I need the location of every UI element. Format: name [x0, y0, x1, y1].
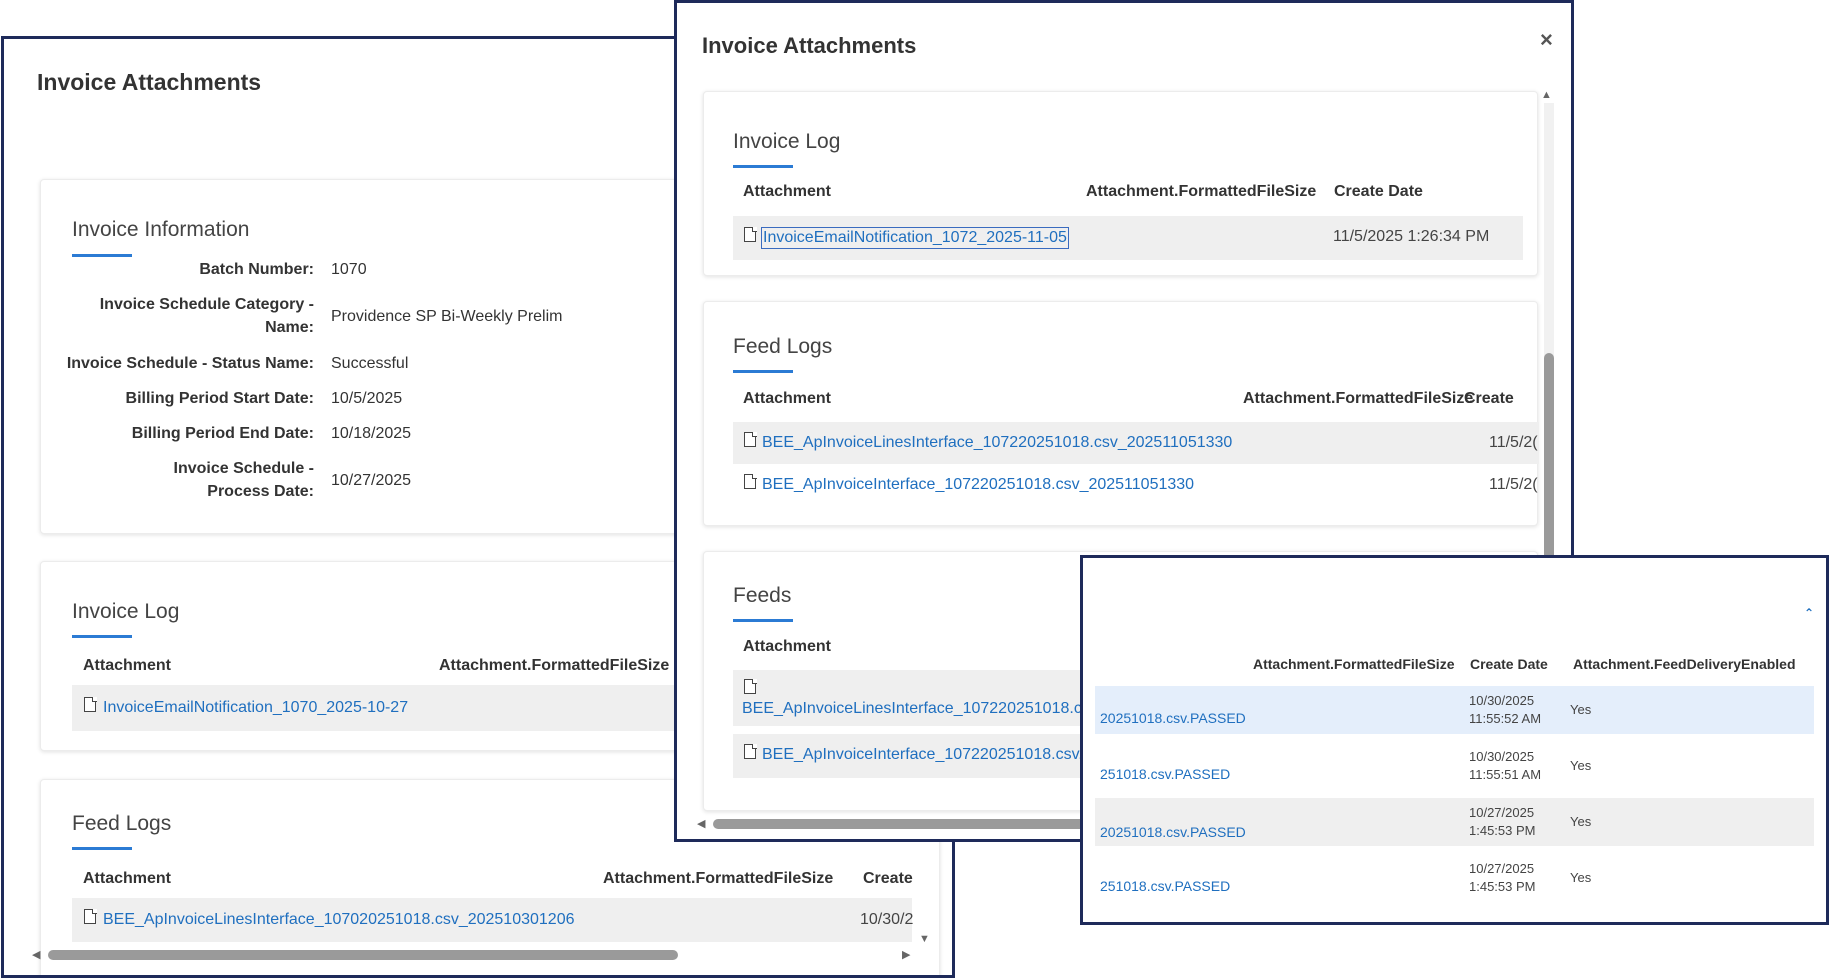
scroll-right-arrow[interactable]: ▶	[902, 948, 910, 961]
file-icon	[744, 431, 757, 447]
create-time-cell: 1:45:53 PM	[1469, 823, 1536, 838]
collapse-up-icon[interactable]: ⌃	[1804, 606, 1814, 620]
batch-number-label: Batch Number:	[199, 261, 314, 278]
attachment-link[interactable]: BEE_ApInvoiceLinesInterface_107020251018…	[103, 911, 575, 929]
status-name-label: Invoice Schedule - Status Name:	[66, 355, 314, 372]
feed-logs-title: Feed Logs	[72, 812, 172, 835]
create-time-cell: 11:55:52 AM	[1469, 711, 1542, 726]
feed-delivery-enabled-header: Attachment.FeedDeliveryEnabled	[1573, 656, 1796, 672]
create-date-header: Create Date	[1334, 183, 1423, 200]
table-row: BEE_ApInvoiceLinesInterface_107020251018…	[72, 898, 914, 942]
title-underline	[733, 165, 793, 168]
table-row: 251018.csv.PASSED 10/27/2025 1:45:53 PM …	[1095, 854, 1814, 902]
category-name-label: Invoice Schedule Category - Name:	[99, 296, 314, 336]
scroll-up-arrow[interactable]: ▲	[1541, 89, 1552, 101]
create-date-cell: 10/27/2025	[1469, 805, 1535, 820]
file-size-header: Attachment.FormattedFileSize	[439, 657, 670, 674]
feeds-title: Feeds	[733, 584, 792, 607]
create-date-cell: 11/5/2025 1:26:34 PM	[1333, 228, 1490, 245]
invoice-log-title: Invoice Log	[733, 130, 841, 153]
close-icon[interactable]: ×	[1540, 27, 1553, 53]
table-row: 20251018.csv.PASSED 10/30/2025 11:55:52 …	[1095, 686, 1814, 734]
vertical-scrollbar-thumb[interactable]	[1544, 353, 1554, 563]
create-date-cell: 11/5/2(	[1489, 476, 1538, 493]
email-file-icon	[744, 226, 757, 242]
table-row: BEE_ApInvoiceLinesInterface_107220251018…	[733, 422, 1539, 464]
start-date-label: Billing Period Start Date:	[125, 390, 314, 407]
file-icon	[84, 908, 97, 924]
end-date-label: Billing Period End Date:	[131, 425, 314, 442]
scroll-left-arrow[interactable]: ◀	[697, 817, 705, 830]
attachment-link[interactable]: 20251018.csv.PASSED	[1100, 710, 1246, 726]
feed-delivery-cell: Yes	[1570, 870, 1592, 885]
attachment-header: Attachment	[743, 183, 832, 200]
table-row: 20251018.csv.PASSED 10/27/2025 1:45:53 P…	[1095, 798, 1814, 846]
category-name-value: Providence SP Bi-Weekly Prelim	[331, 308, 563, 325]
create-date-cell: 10/30/2025	[1469, 749, 1535, 764]
invoice-log-card: Invoice Log Attachment Attachment.Format…	[703, 91, 1538, 276]
panel-title: Invoice Attachments	[37, 69, 262, 95]
file-size-header: Attachment.FormattedFileSize	[1243, 390, 1474, 407]
feed-delivery-cell: Yes	[1570, 814, 1592, 829]
create-date-header: Create	[863, 870, 913, 887]
scroll-left-arrow[interactable]: ◀	[32, 948, 40, 961]
attachment-link[interactable]: 20251018.csv.PASSED	[1100, 824, 1246, 840]
start-date-value: 10/5/2025	[331, 390, 403, 407]
table-row: InvoiceEmailNotification_1072_2025-11-05…	[733, 216, 1523, 260]
attachment-link[interactable]: InvoiceEmailNotification_1070_2025-10-27	[103, 699, 408, 717]
create-date-cell: 10/27/2025	[1469, 861, 1535, 876]
attachment-header: Attachment	[83, 870, 172, 887]
attachment-header: Attachment	[743, 638, 832, 655]
feeds-detail-panel: ⌃ Attachment.FormattedFileSize Create Da…	[1080, 555, 1829, 925]
status-name-value: Successful	[331, 355, 409, 372]
table-row: 251018.csv.PASSED 10/30/2025 11:55:51 AM…	[1095, 742, 1814, 790]
attachment-link[interactable]: 251018.csv.PASSED	[1100, 878, 1230, 894]
scroll-down-arrow[interactable]: ▼	[919, 933, 930, 945]
attachment-header: Attachment	[83, 657, 172, 674]
title-underline	[733, 619, 793, 622]
process-date-value: 10/27/2025	[331, 472, 412, 489]
create-time-cell: 11:55:51 AM	[1469, 767, 1542, 782]
attachment-link[interactable]: BEE_ApInvoiceInterface_107220251018.csv.…	[762, 746, 1094, 764]
create-time-cell: 1:45:53 PM	[1469, 879, 1536, 894]
feed-logs-card: Feed Logs Attachment Attachment.Formatte…	[703, 301, 1539, 526]
attachment-link[interactable]: BEE_ApInvoiceLinesInterface_107220251018…	[762, 434, 1232, 452]
create-date-header: Create	[1464, 390, 1514, 407]
file-size-header: Attachment.FormattedFileSize	[1086, 183, 1317, 200]
create-date-cell: 10/30/2	[860, 911, 914, 928]
create-date-cell: 11/5/2(	[1489, 434, 1538, 451]
file-size-header: Attachment.FormattedFileSize	[603, 870, 834, 887]
file-size-header: Attachment.FormattedFileSize	[1253, 656, 1455, 672]
feed-logs-title: Feed Logs	[733, 335, 833, 358]
title-underline	[72, 635, 132, 638]
horizontal-scrollbar-thumb[interactable]	[48, 950, 678, 960]
invoice-log-title: Invoice Log	[72, 600, 180, 623]
title-underline	[733, 370, 793, 373]
email-file-icon	[84, 696, 97, 712]
attachment-link[interactable]: 251018.csv.PASSED	[1100, 766, 1230, 782]
feed-delivery-cell: Yes	[1570, 758, 1592, 773]
process-date-label: Invoice Schedule - Process Date:	[173, 460, 314, 500]
zip-file-icon	[744, 743, 757, 759]
create-date-header: Create Date	[1470, 656, 1548, 672]
zip-file-icon	[744, 678, 757, 694]
attachment-link[interactable]: InvoiceEmailNotification_1072_2025-11-05	[761, 227, 1069, 249]
attachment-header: Attachment	[743, 390, 832, 407]
invoice-information-title: Invoice Information	[72, 218, 250, 241]
attachment-link[interactable]: BEE_ApInvoiceLinesInterface_107220251018…	[742, 700, 1098, 718]
attachment-link[interactable]: BEE_ApInvoiceInterface_107220251018.csv_…	[762, 476, 1194, 494]
create-date-cell: 10/30/2025	[1469, 693, 1535, 708]
title-underline	[72, 847, 132, 850]
dialog-title: Invoice Attachments	[702, 33, 917, 58]
file-icon	[744, 473, 757, 489]
table-row: BEE_ApInvoiceInterface_107220251018.csv_…	[733, 464, 1539, 506]
end-date-value: 10/18/2025	[331, 425, 412, 442]
feed-delivery-cell: Yes	[1570, 702, 1592, 717]
title-underline	[72, 254, 132, 257]
batch-number-value: 1070	[331, 261, 367, 278]
